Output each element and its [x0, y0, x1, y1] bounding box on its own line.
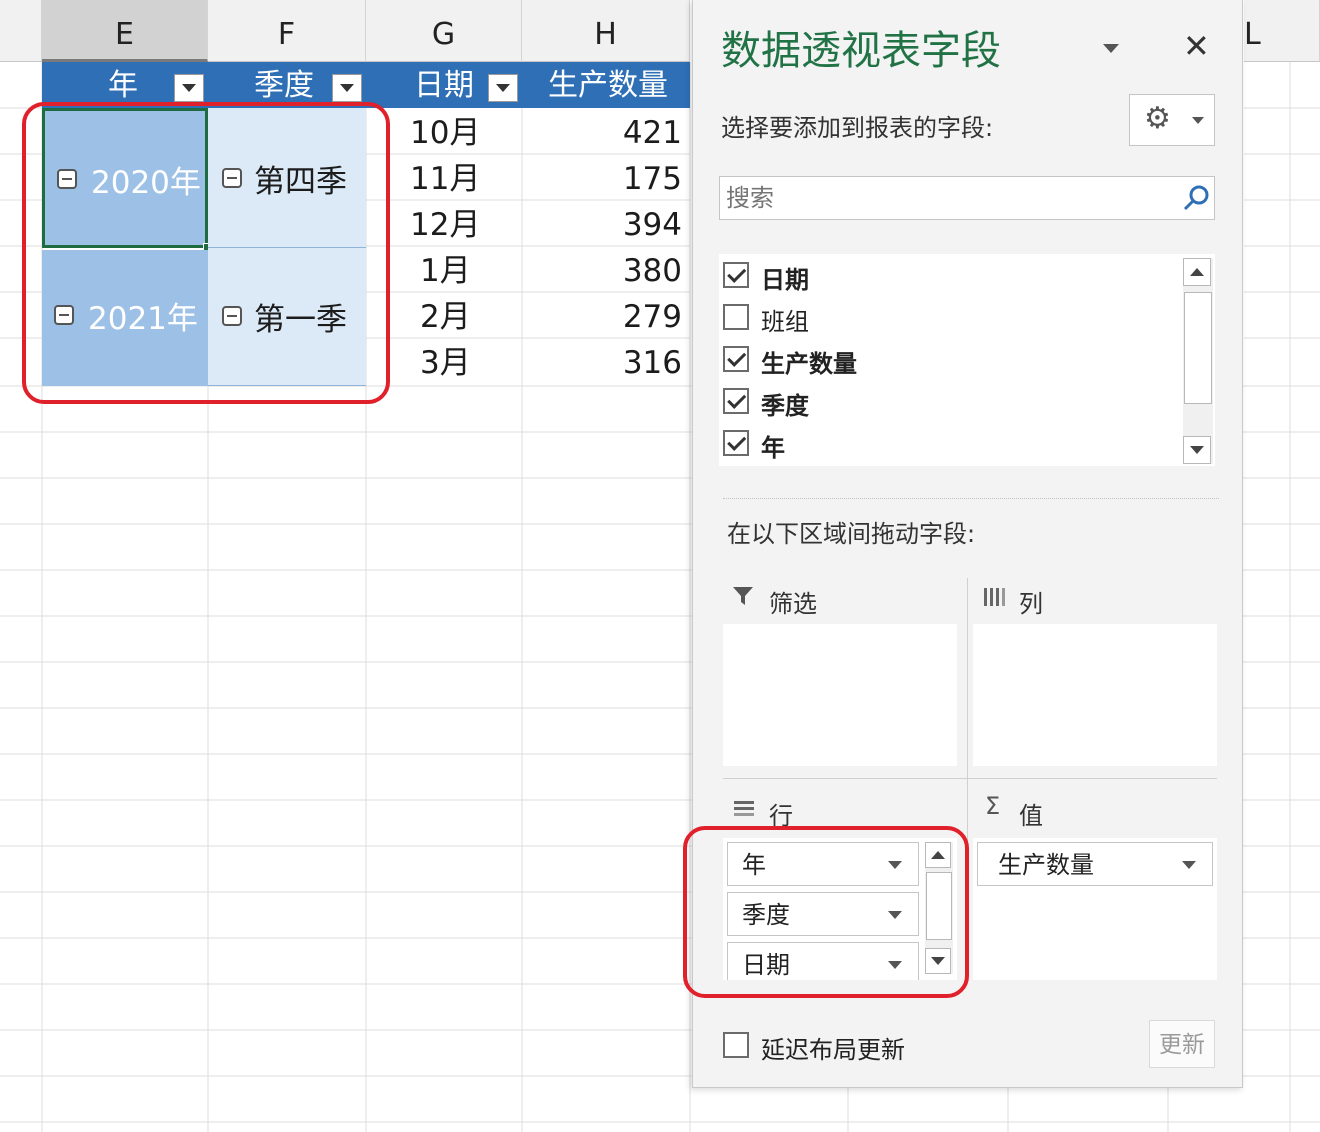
qty-cell[interactable]: 316: [528, 340, 682, 386]
pane-options-chevron-down-icon[interactable]: [1103, 44, 1119, 53]
date-cell[interactable]: 3月: [420, 340, 471, 386]
defer-update-checkbox[interactable]: [723, 1032, 749, 1058]
qty-cell[interactable]: 279: [528, 294, 682, 340]
drag-fields-label: 在以下区域间拖动字段:: [727, 520, 976, 548]
select-all-corner[interactable]: [0, 0, 42, 62]
pivot-field-pane[interactable]: 数据透视表字段 ✕ 选择要添加到报表的字段: ⚙ 日期 班组 生产数量 季度: [683, 0, 1243, 1088]
filter-area-dropzone[interactable]: [723, 624, 957, 766]
pivot-header-quantity-label: 生产数量: [548, 68, 668, 103]
column-header-h[interactable]: H: [522, 0, 690, 62]
field-item-quantity[interactable]: 生产数量: [723, 342, 1173, 378]
field-checkbox-quarter[interactable]: [723, 388, 749, 414]
field-item-team[interactable]: 班组: [723, 300, 1173, 336]
date-cell[interactable]: 2月: [420, 294, 471, 340]
field-label-date: 日期: [761, 266, 809, 294]
search-icon[interactable]: [1182, 184, 1210, 212]
field-item-date[interactable]: 日期: [723, 258, 1173, 294]
field-label-team: 班组: [761, 308, 809, 336]
filter-icon: [733, 587, 753, 605]
gear-icon: ⚙: [1144, 101, 1171, 136]
field-search-box[interactable]: [719, 176, 1215, 220]
pivot-header-date[interactable]: 日期: [366, 62, 522, 108]
column-header-f[interactable]: F: [208, 0, 366, 62]
columns-area-dropzone[interactable]: [973, 624, 1217, 766]
qty-cell[interactable]: 175: [528, 156, 682, 202]
scrollbar-thumb[interactable]: [1184, 292, 1212, 404]
close-icon[interactable]: ✕: [1183, 30, 1210, 62]
choose-fields-label: 选择要添加到报表的字段:: [721, 114, 994, 142]
field-item-year[interactable]: 年: [723, 426, 1173, 462]
columns-icon: [984, 588, 1005, 606]
divider: [723, 498, 1219, 499]
column-header-g[interactable]: G: [366, 0, 522, 62]
pivot-header-quantity[interactable]: 生产数量: [522, 62, 690, 108]
field-label-quarter: 季度: [761, 392, 809, 420]
field-checkbox-date[interactable]: [723, 262, 749, 288]
field-checkbox-quantity[interactable]: [723, 346, 749, 372]
qty-cell[interactable]: 421: [528, 110, 682, 156]
field-checkbox-team[interactable]: [723, 304, 749, 330]
highlight-box-rows: [683, 826, 969, 998]
update-button[interactable]: 更新: [1149, 1020, 1215, 1068]
area-divider-horizontal: [723, 778, 1217, 779]
search-input[interactable]: [724, 181, 1174, 215]
date-cell[interactable]: 1月: [420, 248, 471, 294]
qty-cell[interactable]: 394: [528, 202, 682, 248]
scroll-up-arrow-icon[interactable]: [1183, 258, 1211, 286]
qty-cell[interactable]: 380: [528, 248, 682, 294]
date-cell[interactable]: 12月: [410, 202, 480, 248]
chevron-down-icon[interactable]: [1182, 861, 1196, 869]
defer-update-label: 延迟布局更新: [761, 1036, 905, 1064]
values-area-label: 值: [1019, 802, 1043, 830]
chevron-down-icon: [1192, 117, 1204, 124]
column-header-l[interactable]: L: [1244, 0, 1320, 62]
rows-icon: [734, 801, 754, 816]
field-label-quantity: 生产数量: [761, 350, 857, 378]
field-list-scrollbar[interactable]: [1183, 258, 1213, 464]
field-checkbox-year[interactable]: [723, 430, 749, 456]
column-header-e[interactable]: E: [42, 0, 208, 62]
sigma-icon: Σ: [985, 792, 1001, 820]
date-filter-dropdown-icon[interactable]: [488, 74, 518, 102]
scroll-down-arrow-icon[interactable]: [1183, 436, 1211, 464]
filter-area-label: 筛选: [769, 590, 817, 618]
columns-area-label: 列: [1019, 590, 1043, 618]
field-list[interactable]: 日期 班组 生产数量 季度 年: [719, 254, 1215, 466]
year-filter-dropdown-icon[interactable]: [174, 74, 204, 102]
value-field-quantity-label: 生产数量: [998, 851, 1094, 879]
date-cell[interactable]: 10月: [410, 110, 480, 156]
date-cell[interactable]: 11月: [410, 156, 480, 202]
pivot-header-date-label: 日期: [414, 68, 474, 103]
field-label-year: 年: [761, 434, 785, 462]
value-field-chip-quantity[interactable]: 生产数量: [977, 842, 1213, 886]
quarter-filter-dropdown-icon[interactable]: [332, 74, 362, 102]
highlight-box-groups: [22, 102, 390, 404]
values-area-dropzone[interactable]: 生产数量: [973, 838, 1217, 980]
defer-layout-update[interactable]: 延迟布局更新: [723, 1030, 1043, 1064]
pane-title: 数据透视表字段: [721, 28, 1001, 74]
field-item-quarter[interactable]: 季度: [723, 384, 1173, 420]
tools-button[interactable]: ⚙: [1129, 94, 1215, 146]
